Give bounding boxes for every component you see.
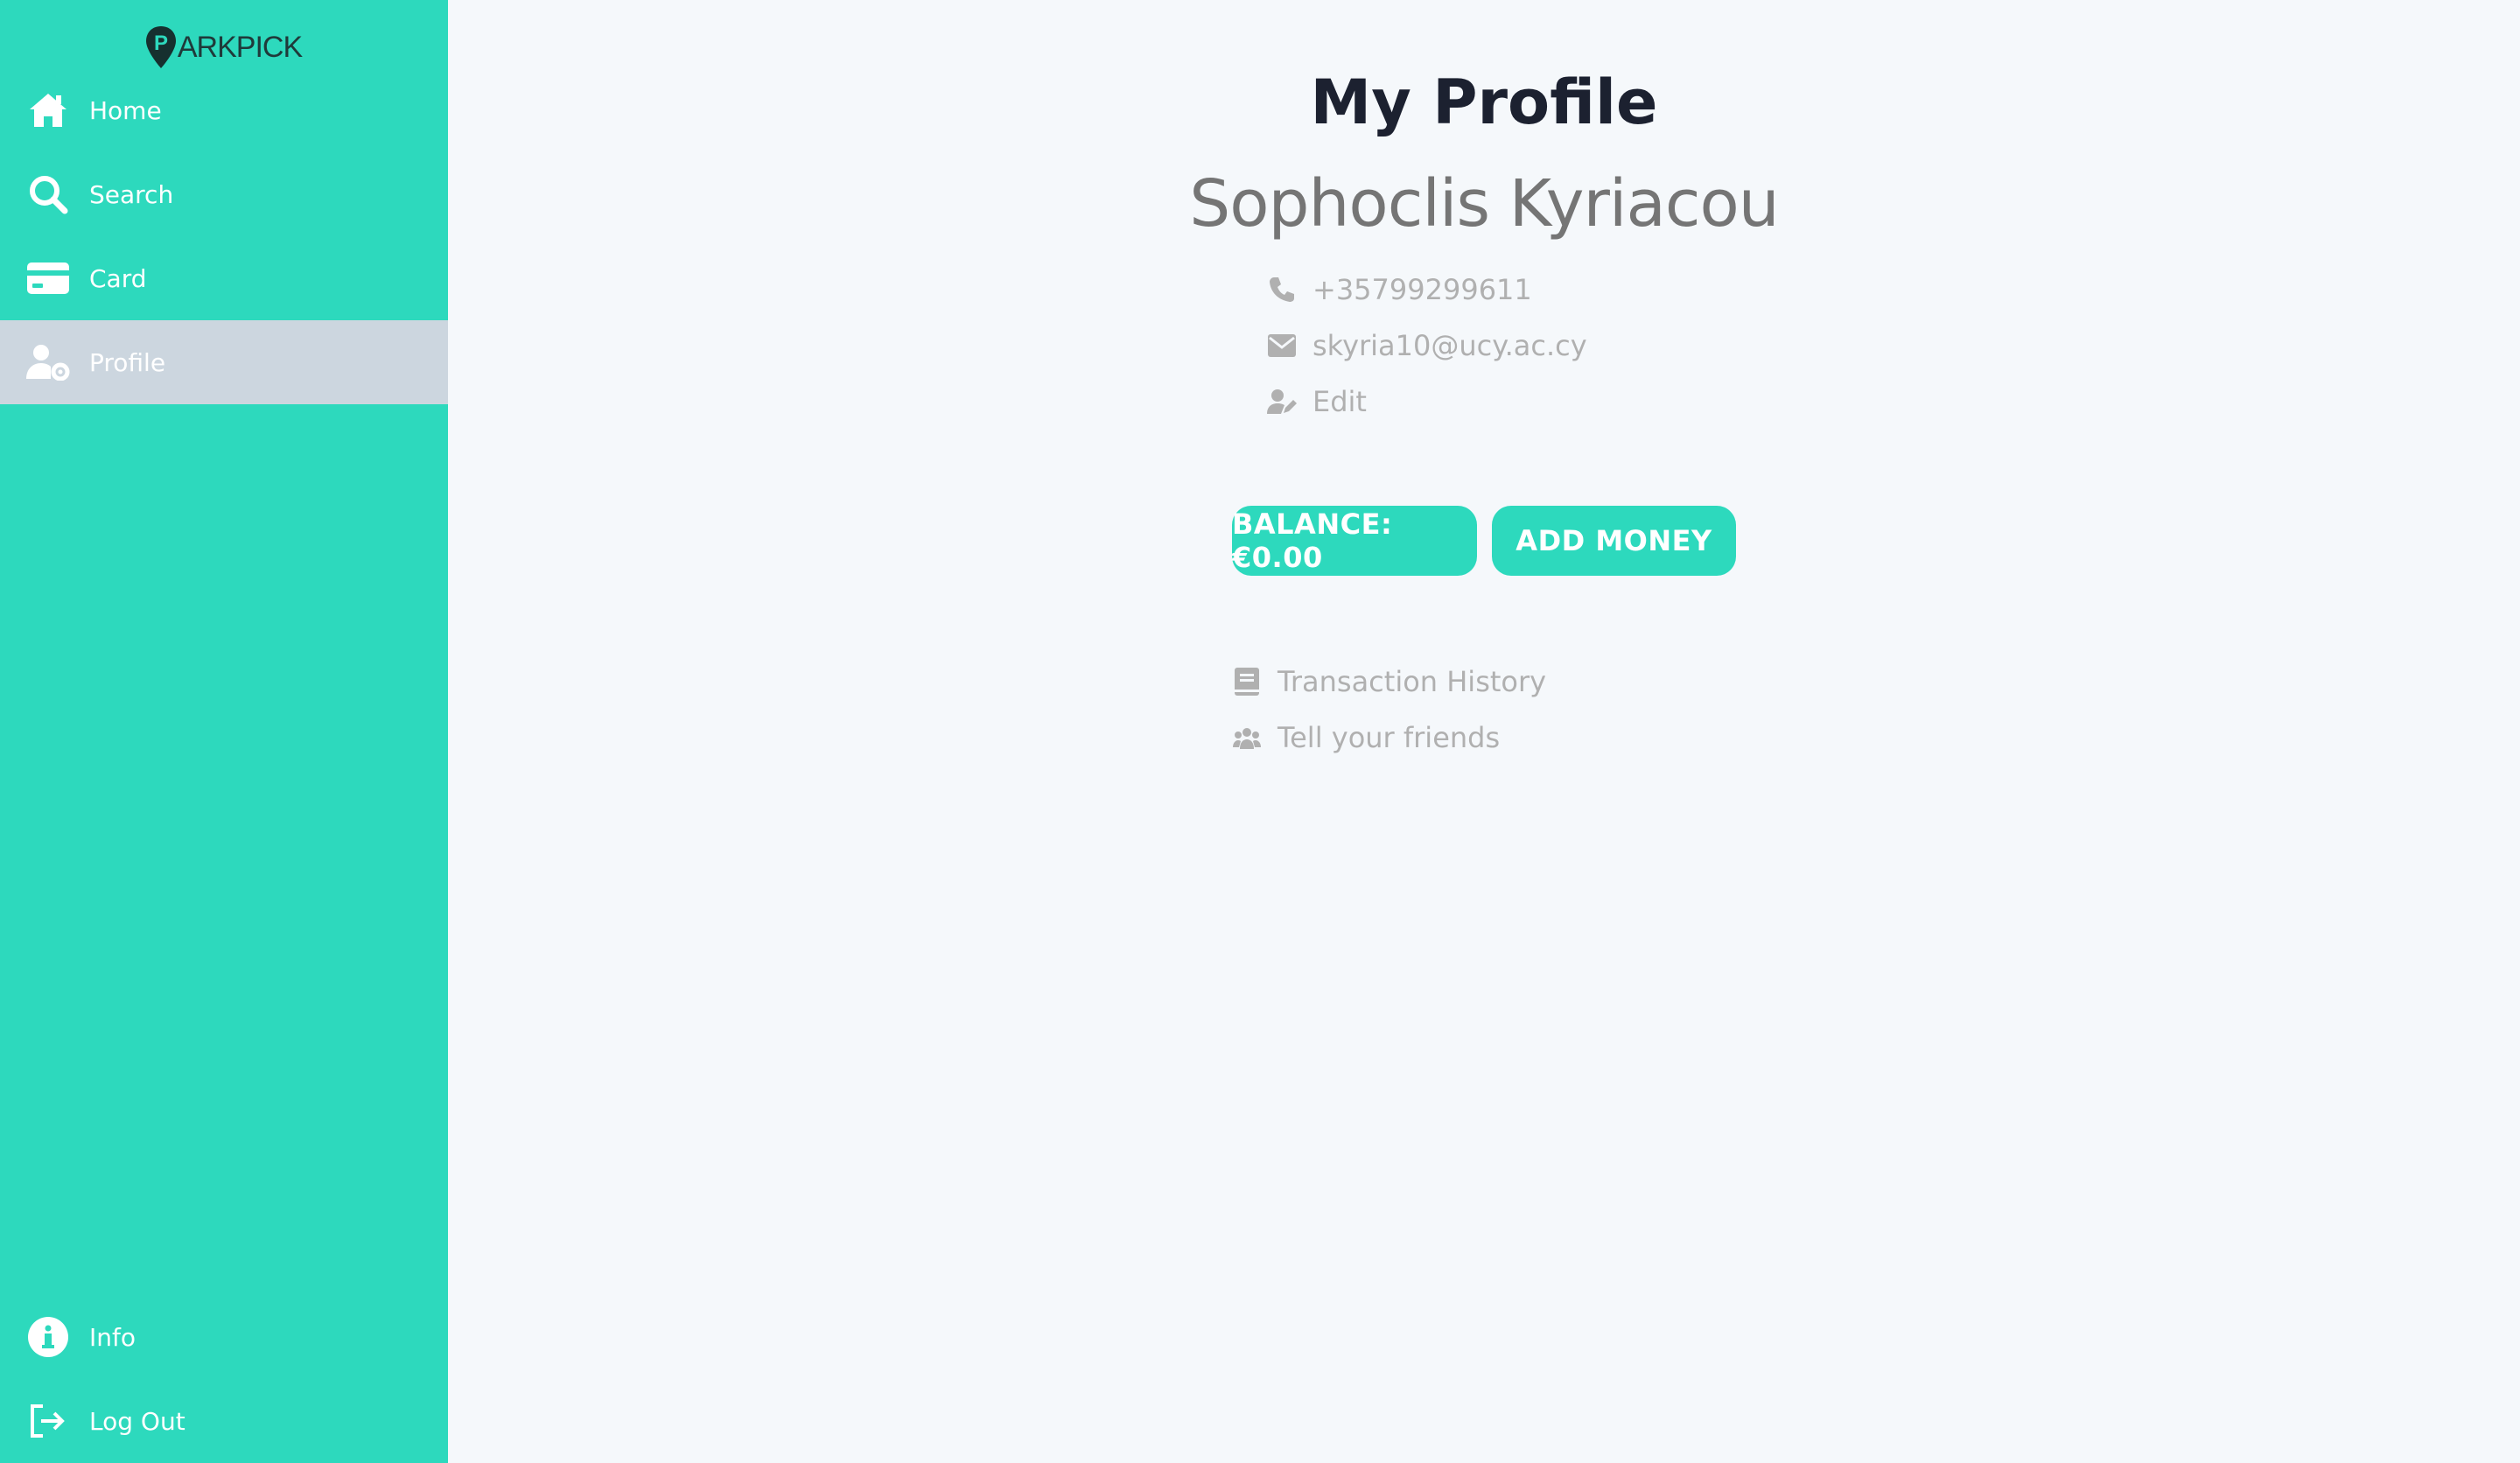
phone-row: +35799299611 xyxy=(1267,273,1532,306)
user-edit-icon xyxy=(1267,387,1297,416)
phone-number: +35799299611 xyxy=(1312,273,1532,306)
parkpick-logo[interactable]: P ARKPICK xyxy=(0,23,448,72)
search-icon xyxy=(26,172,70,216)
sidebar-item-profile[interactable]: Profile xyxy=(0,320,448,404)
email-row: skyria10@ucy.ac.cy xyxy=(1267,329,1587,362)
edit-profile-link[interactable]: Edit xyxy=(1267,385,1367,418)
sidebar-item-home[interactable]: Home xyxy=(0,68,448,152)
edit-label: Edit xyxy=(1312,385,1367,418)
sidebar-item-label: Profile xyxy=(89,347,166,377)
sidebar-item-label: Home xyxy=(89,95,162,125)
page-title: My Profile xyxy=(1310,66,1658,138)
logo-text: ARKPICK xyxy=(177,30,303,64)
user-name: Sophoclis Kyriacou xyxy=(1189,166,1779,242)
sidebar-item-info[interactable]: Info xyxy=(0,1295,448,1379)
sidebar-item-label: Card xyxy=(89,263,147,293)
credit-card-icon xyxy=(26,256,70,300)
phone-icon xyxy=(1267,275,1297,304)
sidebar: P ARKPICK Home Search Card Profile Info xyxy=(0,0,448,1463)
add-money-button[interactable]: ADD MONEY xyxy=(1492,506,1736,576)
sidebar-item-label: Search xyxy=(89,179,174,209)
home-icon xyxy=(26,88,70,132)
balance-button[interactable]: BALANCE: €0.00 xyxy=(1232,506,1477,576)
users-icon xyxy=(1232,723,1262,752)
logout-icon xyxy=(26,1399,70,1443)
info-icon xyxy=(26,1315,70,1359)
sidebar-item-card[interactable]: Card xyxy=(0,236,448,320)
user-cog-icon xyxy=(26,340,70,384)
transaction-history-label: Transaction History xyxy=(1278,665,1547,698)
transaction-history-link[interactable]: Transaction History xyxy=(1232,665,1546,698)
book-icon xyxy=(1232,667,1262,696)
email-address: skyria10@ucy.ac.cy xyxy=(1312,329,1587,362)
sidebar-item-label: Log Out xyxy=(89,1406,186,1436)
sidebar-item-label: Info xyxy=(89,1322,136,1352)
tell-friends-label: Tell your friends xyxy=(1278,721,1501,754)
tell-friends-link[interactable]: Tell your friends xyxy=(1232,721,1500,754)
envelope-icon xyxy=(1267,331,1297,360)
map-pin-logo-icon: P xyxy=(145,26,176,68)
svg-text:P: P xyxy=(154,32,168,55)
sidebar-item-search[interactable]: Search xyxy=(0,152,448,236)
sidebar-item-logout[interactable]: Log Out xyxy=(0,1379,448,1463)
main-content: My Profile Sophoclis Kyriacou +357992996… xyxy=(448,0,2520,1463)
